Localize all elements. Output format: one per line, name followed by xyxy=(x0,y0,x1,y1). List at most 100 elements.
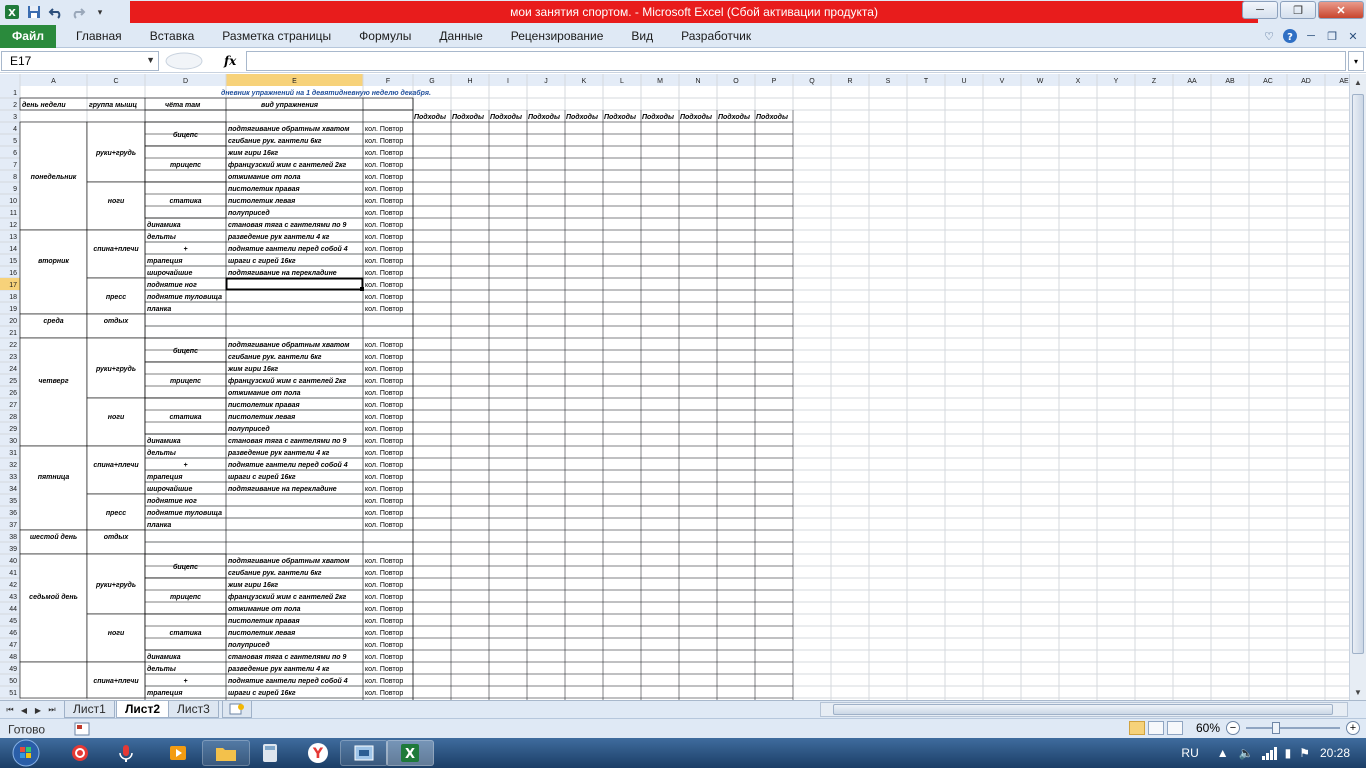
tab-formulas[interactable]: Формулы xyxy=(345,24,425,48)
target-label: поднятие туловища xyxy=(147,509,222,517)
day-cell[interactable] xyxy=(19,661,88,699)
tab-developer[interactable]: Разработчик xyxy=(667,24,765,48)
scroll-down-icon[interactable]: ▼ xyxy=(1350,684,1366,700)
exercise-name: полуприсед xyxy=(228,641,270,649)
tab-insert[interactable]: Вставка xyxy=(136,24,209,48)
help-icon[interactable]: ? xyxy=(1281,27,1299,45)
exercise-name: отжимание от пола xyxy=(228,390,301,397)
name-box[interactable]: E17 ▼ xyxy=(1,51,159,71)
muscle-group-label: отдых xyxy=(104,317,130,325)
reps-cell: кол. Повтор xyxy=(365,162,403,169)
close-icon[interactable]: ✕ xyxy=(1318,1,1364,19)
day-cell[interactable] xyxy=(19,553,88,663)
zoom-out-icon[interactable]: − xyxy=(1226,721,1240,735)
fill-handle[interactable] xyxy=(360,287,364,291)
worksheet-canvas[interactable]: A C D E F G H I J K L M N O P Q R S T U V W X Y Z AA AB AC AD AE12345… xyxy=(0,74,1349,700)
media-player-icon[interactable] xyxy=(154,740,202,766)
zoom-in-icon[interactable]: + xyxy=(1346,721,1360,735)
insert-function-icon[interactable]: fx xyxy=(224,54,236,68)
minimize-icon[interactable]: ─ xyxy=(1242,1,1278,19)
group-cell[interactable] xyxy=(86,229,146,279)
group-cell[interactable] xyxy=(86,445,146,495)
clock[interactable]: 20:28 xyxy=(1320,746,1350,760)
sheet-tab-2[interactable]: Лист2 xyxy=(116,701,170,718)
exercise-name: подтягивание обратным хватом xyxy=(228,341,350,349)
horizontal-scrollbar[interactable] xyxy=(820,702,1348,717)
exercise-name: поднятие гантели перед собой 4 xyxy=(228,245,348,253)
column-header-aa: AA xyxy=(1187,78,1197,85)
group-cell[interactable] xyxy=(86,613,146,663)
day-cell[interactable] xyxy=(19,229,88,315)
reps-cell: кол. Повтор xyxy=(365,234,403,241)
sets-header: Подходы xyxy=(642,113,674,121)
ribbon-tabs: Файл Главная Вставка Разметка страницы Ф… xyxy=(0,24,1366,48)
page-break-view-icon[interactable] xyxy=(1166,721,1183,735)
group-cell[interactable] xyxy=(86,181,146,231)
tab-view[interactable]: Вид xyxy=(617,24,667,48)
file-explorer-icon[interactable] xyxy=(202,740,250,766)
day-cell[interactable] xyxy=(19,337,88,447)
sheet-tab-3[interactable]: Лист3 xyxy=(168,701,219,718)
exercise-name: пистолетик левая xyxy=(228,630,295,637)
save-icon[interactable] xyxy=(24,2,44,22)
start-button-icon[interactable] xyxy=(6,738,46,768)
tab-review[interactable]: Рецензирование xyxy=(497,24,618,48)
tray-arrow-icon[interactable]: ▲ xyxy=(1217,746,1229,760)
day-cell[interactable] xyxy=(19,445,88,531)
screen-capture-icon[interactable] xyxy=(340,740,388,766)
language-indicator[interactable]: RU xyxy=(1181,746,1198,760)
zoom-slider-knob[interactable] xyxy=(1272,722,1280,734)
yandex-browser-icon[interactable]: Y xyxy=(294,740,342,766)
exercise-name: шраги с гирей 16кг xyxy=(228,473,296,481)
doc-minimize-icon[interactable]: ─ xyxy=(1302,27,1320,45)
insert-sheet-icon[interactable] xyxy=(222,701,252,718)
column-header-h: H xyxy=(467,78,472,85)
sheet-tab-1[interactable]: Лист1 xyxy=(64,701,115,718)
vertical-scroll-thumb[interactable] xyxy=(1352,94,1364,654)
muscle-group-label: пресс xyxy=(106,294,126,301)
prev-sheet-icon[interactable]: ◀ xyxy=(18,703,30,717)
macro-record-icon[interactable] xyxy=(74,722,90,739)
formula-input[interactable] xyxy=(246,51,1346,71)
power-icon[interactable]: ▮ xyxy=(1285,746,1292,760)
sets-header: Подходы xyxy=(452,113,484,121)
network-icon[interactable] xyxy=(1261,746,1277,760)
zoom-slider-track xyxy=(1246,727,1340,729)
next-sheet-icon[interactable]: ▶ xyxy=(32,703,44,717)
microphone-app-icon[interactable] xyxy=(102,740,150,766)
search-app-icon[interactable] xyxy=(56,740,104,766)
first-sheet-icon[interactable]: ⏮ xyxy=(4,703,16,717)
scroll-up-icon[interactable]: ▲ xyxy=(1350,74,1366,90)
normal-view-icon[interactable] xyxy=(1128,721,1145,735)
tab-page-layout[interactable]: Разметка страницы xyxy=(208,24,345,48)
vertical-scrollbar[interactable]: ▲ ▼ xyxy=(1349,74,1366,700)
active-cell[interactable] xyxy=(225,277,364,291)
minimize-ribbon-icon[interactable]: ♡ xyxy=(1260,27,1278,45)
volume-icon[interactable]: 🔈 xyxy=(1239,746,1254,760)
excel-logo-icon[interactable]: X xyxy=(2,2,22,22)
expand-formula-icon[interactable]: ▾ xyxy=(1348,51,1364,71)
day-label: шестой день xyxy=(30,533,77,541)
restore-icon[interactable]: ❐ xyxy=(1280,1,1316,19)
last-sheet-icon[interactable]: ⏭ xyxy=(46,703,58,717)
tab-home[interactable]: Главная xyxy=(62,24,136,48)
reps-cell: кол. Повтор xyxy=(365,666,403,673)
undo-icon[interactable] xyxy=(46,2,66,22)
page-layout-view-icon[interactable] xyxy=(1147,721,1164,735)
excel-taskbar-icon[interactable]: X xyxy=(386,740,434,766)
redo-icon[interactable] xyxy=(68,2,88,22)
action-center-icon[interactable]: ⚑ xyxy=(1299,746,1310,760)
tab-data[interactable]: Данные xyxy=(425,24,496,48)
doc-close-icon[interactable]: ✕ xyxy=(1344,27,1362,45)
group-cell[interactable] xyxy=(86,397,146,447)
sets-header: Подходы xyxy=(528,113,560,121)
horizontal-scroll-thumb[interactable] xyxy=(833,704,1333,715)
customize-toolbar-icon[interactable]: ▾ xyxy=(90,2,110,22)
zoom-slider[interactable] xyxy=(1240,722,1346,734)
calculator-icon[interactable] xyxy=(246,740,294,766)
doc-restore-icon[interactable]: ❐ xyxy=(1323,27,1341,45)
worksheet-grid[interactable]: A C D E F G H I J K L M N O P Q R S T U V W X Y Z AA AB AC AD AE 1 2 3 4 5… xyxy=(0,74,1349,700)
tab-file[interactable]: Файл xyxy=(0,24,56,48)
chevron-down-icon[interactable]: ▼ xyxy=(146,55,155,65)
zoom-level[interactable]: 60% xyxy=(1196,721,1220,735)
